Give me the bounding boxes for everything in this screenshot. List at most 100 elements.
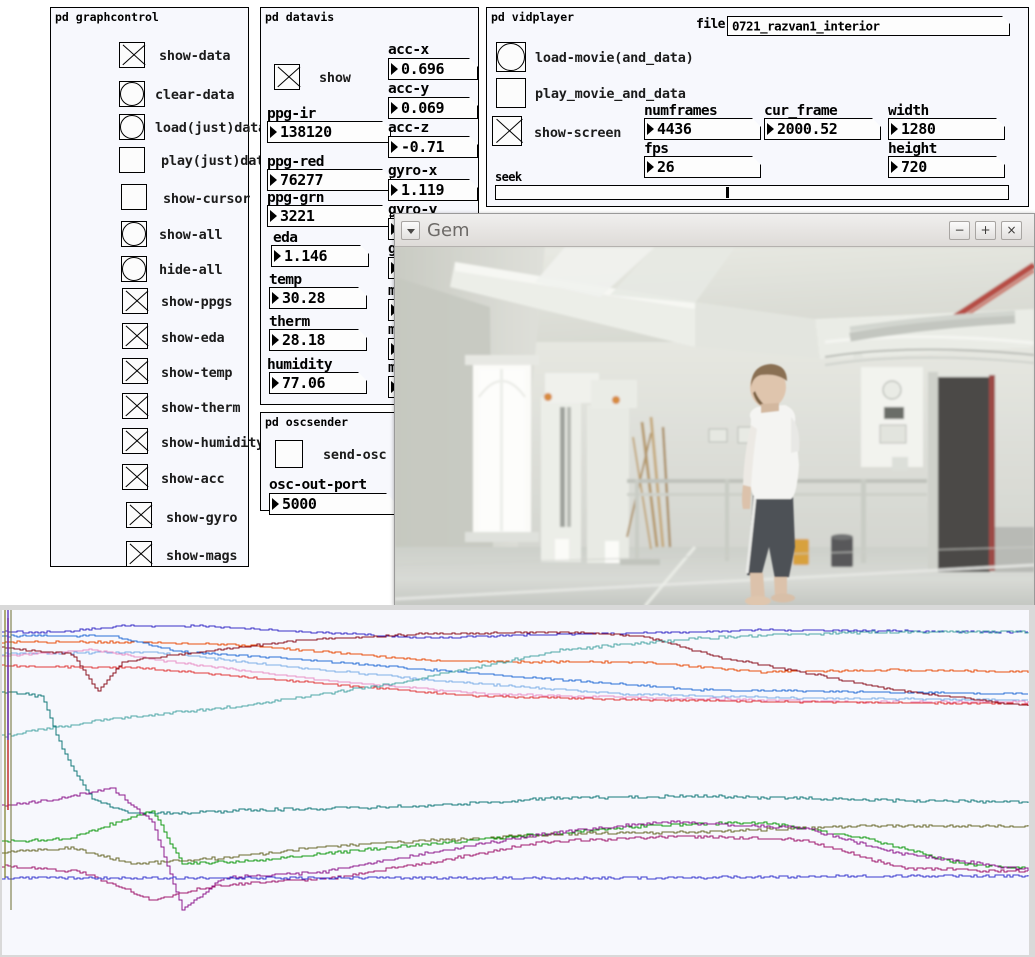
numbox-inlet-arrow — [391, 102, 398, 114]
label-play-movie-and-data: play_movie_and_data — [535, 86, 686, 102]
toggle-show-eda[interactable] — [122, 323, 148, 349]
toggle-show-ppgs[interactable] — [122, 288, 148, 314]
label-datavis-show: show — [319, 70, 351, 86]
numlabel-width: width — [888, 103, 929, 119]
bang-load-movie[interactable] — [496, 42, 526, 72]
label-show-screen: show-screen — [534, 125, 621, 141]
label-send-osc: send-osc — [323, 447, 386, 463]
chevron-down-icon[interactable] — [401, 221, 420, 240]
toggle-play-just-data[interactable] — [119, 147, 145, 173]
subpatch-title: pd graphcontrol — [55, 10, 159, 24]
subpatch-title: pd oscsender — [265, 415, 348, 429]
numbox-inlet-arrow — [391, 63, 398, 75]
bang-show-all[interactable] — [121, 221, 147, 247]
graph-trace — [2, 788, 1028, 910]
graph-trace — [2, 649, 1028, 703]
numbox-ppg-grn[interactable]: 3221 — [267, 205, 391, 227]
subpatch-title: pd datavis — [265, 10, 334, 24]
numlabel-temp: temp — [269, 272, 302, 288]
numlabel-cur-frame: cur_frame — [764, 103, 837, 119]
bang-load-just-data[interactable] — [119, 114, 145, 140]
numbox-temp[interactable]: 30.28 — [269, 287, 367, 309]
numbox-value: -0.71 — [401, 138, 444, 156]
toggle-show-mags[interactable] — [126, 541, 152, 567]
numbox-value: 1.146 — [284, 247, 327, 265]
numbox-inlet-arrow — [270, 210, 277, 222]
label-show-gyro: show-gyro — [166, 510, 237, 526]
numbox-value: 28.18 — [282, 331, 325, 349]
maximize-button[interactable]: + — [975, 221, 996, 240]
numbox-inlet-arrow — [647, 161, 654, 173]
numbox-inlet-arrow — [767, 123, 774, 135]
numbox-cur-frame[interactable]: 2000.52 — [764, 118, 881, 140]
close-button[interactable]: × — [1001, 221, 1022, 240]
numbox-acc-y[interactable]: 0.069 — [388, 97, 478, 119]
numbox-value: 0.069 — [401, 99, 444, 117]
numbox-value: 30.28 — [282, 289, 325, 307]
toggle-send-osc[interactable] — [275, 440, 303, 468]
toggle-show-therm[interactable] — [122, 393, 148, 419]
data-graph-svg — [2, 610, 1029, 955]
numlabel-ppg-ir: ppg-ir — [267, 106, 316, 122]
label-hide-all: hide-all — [159, 262, 222, 278]
numbox-value: 1.119 — [401, 181, 444, 199]
toggle-show-temp[interactable] — [122, 358, 148, 384]
graph-trace — [2, 631, 1028, 737]
bang-hide-all[interactable] — [121, 256, 147, 282]
label-show-mags: show-mags — [166, 548, 237, 564]
numlabel-numframes: numframes — [644, 103, 717, 119]
toggle-show-gyro[interactable] — [126, 502, 152, 528]
numlabel-humidity: humidity — [267, 357, 332, 373]
numbox-eda[interactable]: 1.146 — [271, 245, 369, 267]
label-file: file — [696, 17, 725, 32]
label-show-therm: show-therm — [161, 400, 240, 416]
minimize-button[interactable]: − — [949, 221, 970, 240]
numbox-ppg-red[interactable]: 76277 — [267, 169, 391, 191]
data-graph-canvas[interactable] — [2, 610, 1029, 955]
graph-trace — [2, 635, 1028, 694]
toggle-show-acc[interactable] — [122, 464, 148, 490]
toggle-play-movie-and-data[interactable] — [496, 78, 526, 108]
numbox-value: 720 — [901, 158, 927, 176]
numbox-inlet-arrow — [891, 123, 898, 135]
numlabel-acc-x: acc-x — [388, 42, 429, 58]
numbox-inlet-arrow — [274, 250, 281, 262]
numbox-ppg-ir[interactable]: 138120 — [267, 121, 391, 143]
numbox-width[interactable]: 1280 — [888, 118, 1005, 140]
gem-video-output[interactable] — [395, 247, 1034, 605]
numbox-numframes[interactable]: 4436 — [644, 118, 761, 140]
numbox-inlet-arrow — [391, 184, 398, 196]
symbolbox-file[interactable]: 0721_razvan1_interior — [727, 16, 1010, 36]
label-clear-data: clear-data — [155, 87, 234, 103]
numbox-value: 1280 — [901, 120, 936, 138]
numbox-height[interactable]: 720 — [888, 156, 1005, 178]
numbox-inlet-arrow — [272, 498, 279, 510]
label-show-data: show-data — [159, 48, 230, 64]
numbox-osc-out-port[interactable]: 5000 — [269, 493, 395, 515]
toggle-show-data[interactable] — [119, 42, 145, 68]
numbox-value: 3221 — [280, 207, 315, 225]
gem-titlebar[interactable]: Gem − + × — [395, 214, 1034, 247]
slider-seek[interactable] — [495, 185, 1009, 200]
bang-clear-data[interactable] — [119, 81, 145, 107]
symbolbox-value: 0721_razvan1_interior — [732, 19, 880, 34]
label-seek: seek — [495, 170, 522, 184]
graph-trace — [2, 811, 1028, 869]
numbox-gyro-x[interactable]: 1.119 — [388, 179, 478, 201]
numbox-acc-z[interactable]: -0.71 — [388, 136, 478, 158]
slider-seek-knob[interactable] — [726, 187, 729, 198]
numbox-acc-x[interactable]: 0.696 — [388, 58, 478, 80]
toggle-datavis-show[interactable] — [274, 64, 300, 90]
numbox-humidity[interactable]: 77.06 — [269, 372, 367, 394]
toggle-show-cursor[interactable] — [121, 184, 147, 210]
graph-trace — [2, 836, 1028, 900]
toggle-show-screen[interactable] — [492, 116, 522, 146]
numbox-value: 77.06 — [282, 374, 325, 392]
graph-trace — [2, 875, 1028, 879]
numbox-inlet-arrow — [391, 141, 398, 153]
numbox-inlet-arrow — [272, 334, 279, 346]
numbox-fps[interactable]: 26 — [644, 156, 761, 178]
subpatch-graphcontrol: pd graphcontrol show-data clear-data loa… — [50, 7, 249, 567]
toggle-show-humidity[interactable] — [122, 428, 148, 454]
numbox-therm[interactable]: 28.18 — [269, 329, 367, 351]
